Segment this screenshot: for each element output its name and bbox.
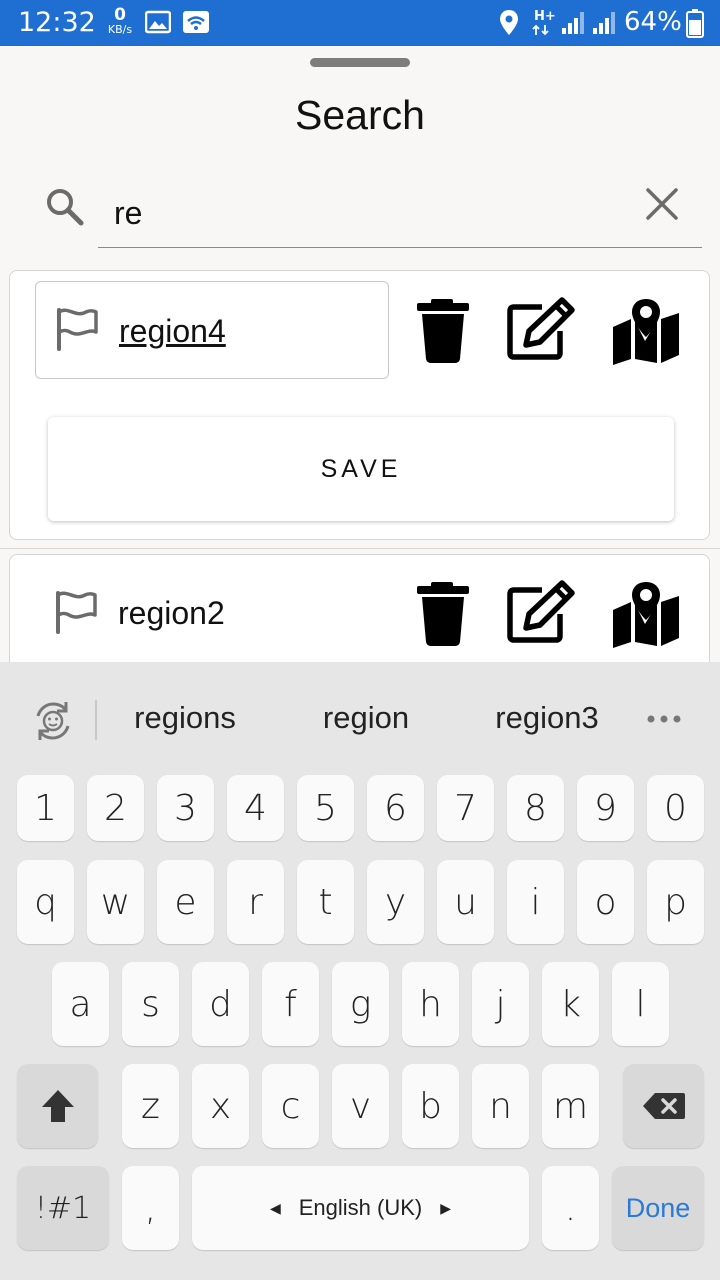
chevron-left-icon: ◀ bbox=[269, 1199, 281, 1216]
key-c[interactable]: c bbox=[262, 1064, 319, 1148]
key-i[interactable]: i bbox=[507, 860, 564, 944]
key-z[interactable]: z bbox=[122, 1064, 179, 1148]
map-icon[interactable] bbox=[611, 580, 681, 650]
key-5[interactable]: 5 bbox=[297, 775, 354, 841]
suggestion-item[interactable]: region bbox=[291, 700, 441, 736]
more-icon[interactable] bbox=[646, 712, 682, 726]
key-3[interactable]: 3 bbox=[157, 775, 214, 841]
period-key[interactable]: . bbox=[542, 1166, 599, 1250]
suggestion-separator bbox=[95, 700, 97, 740]
comma-key[interactable]: , bbox=[122, 1166, 179, 1250]
network-speed: 0 KB/s bbox=[106, 5, 134, 36]
close-icon[interactable] bbox=[644, 186, 680, 222]
key-w[interactable]: w bbox=[87, 860, 144, 944]
region-name-field[interactable]: region4 bbox=[35, 281, 389, 379]
suggestion-item[interactable]: regions bbox=[110, 700, 260, 736]
result-card: region2 bbox=[9, 554, 710, 662]
key-8[interactable]: 8 bbox=[507, 775, 564, 841]
status-time: 12:32 bbox=[18, 7, 96, 38]
key-x[interactable]: x bbox=[192, 1064, 249, 1148]
key-4[interactable]: 4 bbox=[227, 775, 284, 841]
region-name-link[interactable]: region4 bbox=[119, 313, 226, 350]
chevron-right-icon: ▶ bbox=[440, 1199, 452, 1216]
search-icon bbox=[47, 189, 84, 226]
save-button[interactable]: SAVE bbox=[48, 417, 674, 521]
key-g[interactable]: g bbox=[332, 962, 389, 1046]
data-arrows-icon bbox=[532, 24, 549, 36]
search-sheet: Search region4 bbox=[0, 48, 720, 662]
key-s[interactable]: s bbox=[122, 962, 179, 1046]
key-d[interactable]: d bbox=[192, 962, 249, 1046]
key-2[interactable]: 2 bbox=[87, 775, 144, 841]
key-u[interactable]: u bbox=[437, 860, 494, 944]
battery-icon bbox=[686, 9, 704, 38]
network-speed-value: 0 bbox=[114, 5, 126, 25]
space-key[interactable]: ◀ English (UK) ▶ bbox=[192, 1166, 529, 1250]
key-v[interactable]: v bbox=[332, 1064, 389, 1148]
divider bbox=[0, 548, 720, 549]
shift-key[interactable] bbox=[17, 1064, 98, 1148]
drag-handle[interactable] bbox=[310, 58, 410, 67]
search-input[interactable] bbox=[98, 180, 702, 248]
key-h[interactable]: h bbox=[402, 962, 459, 1046]
map-icon[interactable] bbox=[611, 297, 681, 367]
key-m[interactable]: m bbox=[542, 1064, 599, 1148]
key-1[interactable]: 1 bbox=[17, 775, 74, 841]
key-t[interactable]: t bbox=[297, 860, 354, 944]
edit-icon[interactable] bbox=[506, 297, 576, 367]
network-type: H+ bbox=[534, 9, 556, 24]
flag-icon bbox=[56, 591, 97, 634]
signal-icon bbox=[562, 12, 584, 34]
key-k[interactable]: k bbox=[542, 962, 599, 1046]
trash-icon[interactable] bbox=[411, 580, 481, 650]
wifi-icon bbox=[183, 11, 209, 33]
status-bar: 12:32 0 KB/s H+ 64% bbox=[0, 0, 720, 46]
key-y[interactable]: y bbox=[367, 860, 424, 944]
result-card: region4 SAVE bbox=[9, 270, 710, 540]
key-6[interactable]: 6 bbox=[367, 775, 424, 841]
key-7[interactable]: 7 bbox=[437, 775, 494, 841]
location-icon bbox=[500, 10, 518, 35]
key-0[interactable]: 0 bbox=[647, 775, 704, 841]
network-speed-unit: KB/s bbox=[107, 23, 133, 36]
battery-percent: 64% bbox=[624, 7, 682, 37]
key-n[interactable]: n bbox=[472, 1064, 529, 1148]
key-9[interactable]: 9 bbox=[577, 775, 634, 841]
flag-icon bbox=[57, 308, 98, 351]
trash-icon[interactable] bbox=[411, 297, 481, 367]
keyboard: regions region region3 1 2 3 4 5 6 7 8 9… bbox=[0, 662, 720, 1280]
suggestion-item[interactable]: region3 bbox=[472, 700, 622, 736]
done-key[interactable]: Done bbox=[612, 1166, 704, 1250]
emoji-refresh-icon[interactable] bbox=[30, 698, 76, 744]
key-o[interactable]: o bbox=[577, 860, 634, 944]
signal-2-icon bbox=[593, 12, 615, 34]
key-b[interactable]: b bbox=[402, 1064, 459, 1148]
backspace-key[interactable] bbox=[623, 1064, 704, 1148]
image-icon bbox=[145, 10, 171, 34]
key-l[interactable]: l bbox=[612, 962, 669, 1046]
region-name[interactable]: region2 bbox=[118, 595, 225, 632]
symbols-key[interactable]: !#1 bbox=[17, 1166, 109, 1250]
shift-icon bbox=[41, 1090, 74, 1122]
key-r[interactable]: r bbox=[227, 860, 284, 944]
key-p[interactable]: p bbox=[647, 860, 704, 944]
key-f[interactable]: f bbox=[262, 962, 319, 1046]
space-key-label: English (UK) bbox=[298, 1195, 423, 1220]
key-j[interactable]: j bbox=[472, 962, 529, 1046]
key-q[interactable]: q bbox=[17, 860, 74, 944]
edit-icon[interactable] bbox=[506, 580, 576, 650]
key-e[interactable]: e bbox=[157, 860, 214, 944]
key-a[interactable]: a bbox=[52, 962, 109, 1046]
page-title: Search bbox=[295, 92, 425, 138]
backspace-icon bbox=[642, 1093, 685, 1119]
